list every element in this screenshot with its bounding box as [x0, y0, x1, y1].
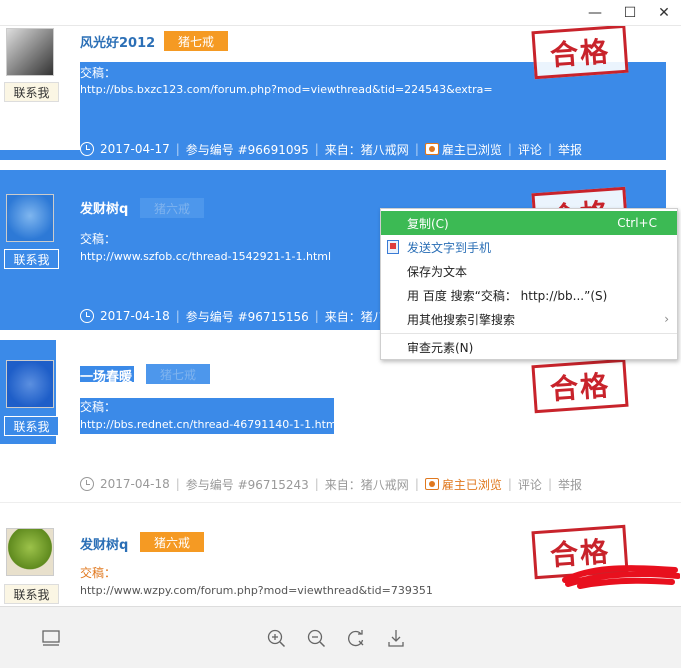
level-badge: 猪七戒: [164, 31, 229, 51]
submission-label: 交稿：: [80, 400, 117, 414]
menu-item-label: 用其他搜索引擎搜索: [407, 312, 516, 327]
entry-meta: 2017-04-17 | 参与编号 #96691095 | 来自：猪八戒网 | …: [80, 139, 582, 159]
contact-label: 联系我: [13, 252, 50, 267]
avatar[interactable]: [6, 360, 54, 408]
menu-item-copy[interactable]: 复制(C) Ctrl+C: [381, 211, 677, 235]
phone-icon: [387, 240, 399, 254]
submission-url[interactable]: http://www.wzpy.com/forum.php?mod=viewth…: [80, 584, 433, 597]
rotate-icon: [348, 630, 364, 647]
rotate-button[interactable]: [345, 627, 367, 649]
close-button[interactable]: ✕: [647, 2, 681, 24]
fit-page-icon: [42, 630, 60, 646]
menu-item-save-text[interactable]: 保存为文本: [381, 259, 677, 283]
zoom-out-button[interactable]: [305, 627, 327, 649]
menu-item-label: 保存为文本: [407, 264, 468, 279]
maximize-button[interactable]: ☐: [613, 2, 647, 24]
menu-item-shortcut: Ctrl+C: [617, 216, 657, 230]
entry-date: 2017-04-17: [100, 142, 170, 156]
entry-number: 参与编号 #96715156: [185, 309, 309, 324]
contact-label: 联系我: [13, 587, 50, 602]
title-bar: — ☐ ✕: [0, 0, 681, 26]
minimize-button[interactable]: —: [578, 2, 612, 24]
clock-icon: [80, 309, 94, 323]
contact-button[interactable]: 联系我: [4, 82, 59, 102]
entry-number: 参与编号 #96691095: [185, 142, 309, 157]
submission-label: 交稿：: [80, 232, 117, 246]
maximize-icon: ☐: [623, 5, 637, 21]
menu-separator: [381, 333, 677, 334]
menu-item-search-baidu[interactable]: 用 百度 搜索“交稿： http://bb...”(S): [381, 283, 677, 307]
viewed-status: 雇主已浏览: [424, 476, 502, 493]
download-icon: [388, 630, 404, 647]
entry-meta: 2017-04-18 | 参与编号 #96715243 | 来自：猪八戒网 | …: [80, 474, 582, 494]
list-item: 联系我 风光好2012 猪七戒 交稿： http://bbs.bxzc123.c…: [0, 26, 681, 164]
minimize-icon: —: [588, 5, 602, 21]
menu-item-label: 用 百度 搜索“交稿： http://bb...”(S): [407, 288, 608, 303]
divider: [0, 502, 681, 503]
entry-meta: 2017-04-18 | 参与编号 #96715156 | 来自：猪八戒网: [80, 306, 409, 326]
zoom-in-icon: [267, 629, 286, 648]
avatar[interactable]: [6, 194, 54, 242]
zoom-out-icon: [307, 629, 326, 648]
menu-item-label: 审查元素(N): [407, 340, 474, 355]
entry-source: 来自：猪八戒网: [324, 142, 409, 157]
comment-link[interactable]: 评论: [518, 476, 542, 493]
submission-url[interactable]: http://www.szfob.cc/thread-1542921-1-1.h…: [80, 250, 331, 263]
contact-button[interactable]: 联系我: [4, 416, 59, 436]
list-item: 联系我 一场春暖 猪七戒 交稿： http://bbs.rednet.cn/th…: [0, 336, 681, 501]
download-button[interactable]: [385, 627, 407, 649]
menu-item-send-to-phone[interactable]: 发送文字到手机: [381, 235, 677, 259]
level-badge: 猪七戒: [146, 364, 211, 384]
approved-stamp: 合格: [531, 358, 629, 414]
zoom-in-button[interactable]: [265, 627, 287, 649]
entry-date: 2017-04-18: [100, 477, 170, 491]
fit-page-button[interactable]: [40, 627, 62, 649]
entry-source: 来自：猪八戒网: [324, 477, 409, 492]
report-link[interactable]: 举报: [558, 476, 582, 493]
level-badge: 猪六戒: [140, 198, 205, 218]
approved-stamp: 合格: [531, 26, 629, 80]
chevron-right-icon: ›: [664, 312, 669, 326]
submission-label: 交稿：: [80, 66, 117, 80]
submission-url[interactable]: http://bbs.bxzc123.com/forum.php?mod=vie…: [80, 83, 493, 96]
list-item: 联系我 发财树q 猪六戒 交稿： http://www.wzpy.com/for…: [0, 504, 681, 606]
viewed-icon: [424, 143, 439, 155]
contact-button[interactable]: 联系我: [4, 249, 59, 269]
comment-link[interactable]: 评论: [518, 141, 542, 158]
redaction-scribble: [562, 565, 680, 589]
avatar[interactable]: [6, 528, 54, 576]
close-icon: ✕: [658, 5, 670, 21]
viewed-status: 雇主已浏览: [424, 141, 502, 158]
context-menu: 复制(C) Ctrl+C 发送文字到手机 保存为文本 用 百度 搜索“交稿： h…: [380, 208, 678, 360]
entry-date: 2017-04-18: [100, 309, 170, 323]
username[interactable]: 一场春暖: [80, 366, 132, 385]
avatar[interactable]: [6, 28, 54, 76]
username[interactable]: 发财树q: [80, 198, 128, 217]
menu-item-search-other[interactable]: 用其他搜索引擎搜索 ›: [381, 307, 677, 331]
clock-icon: [80, 477, 94, 491]
entry-number: 参与编号 #96715243: [185, 477, 309, 492]
contact-button[interactable]: 联系我: [4, 584, 59, 604]
menu-item-label: 发送文字到手机: [407, 240, 492, 255]
contact-label: 联系我: [13, 85, 50, 100]
viewer-toolbar: [0, 606, 681, 668]
username[interactable]: 风光好2012: [80, 32, 155, 51]
username[interactable]: 发财树q: [80, 534, 128, 553]
submission-label: 交稿：: [80, 566, 117, 580]
menu-item-label: 复制(C): [407, 216, 449, 231]
contact-label: 联系我: [13, 419, 50, 434]
viewed-icon: [424, 478, 439, 490]
submission-url[interactable]: http://bbs.rednet.cn/thread-46791140-1-1…: [80, 418, 340, 431]
menu-item-inspect[interactable]: 审查元素(N): [381, 335, 677, 359]
level-badge: 猪六戒: [140, 532, 205, 552]
report-link[interactable]: 举报: [558, 141, 582, 158]
clock-icon: [80, 142, 94, 156]
